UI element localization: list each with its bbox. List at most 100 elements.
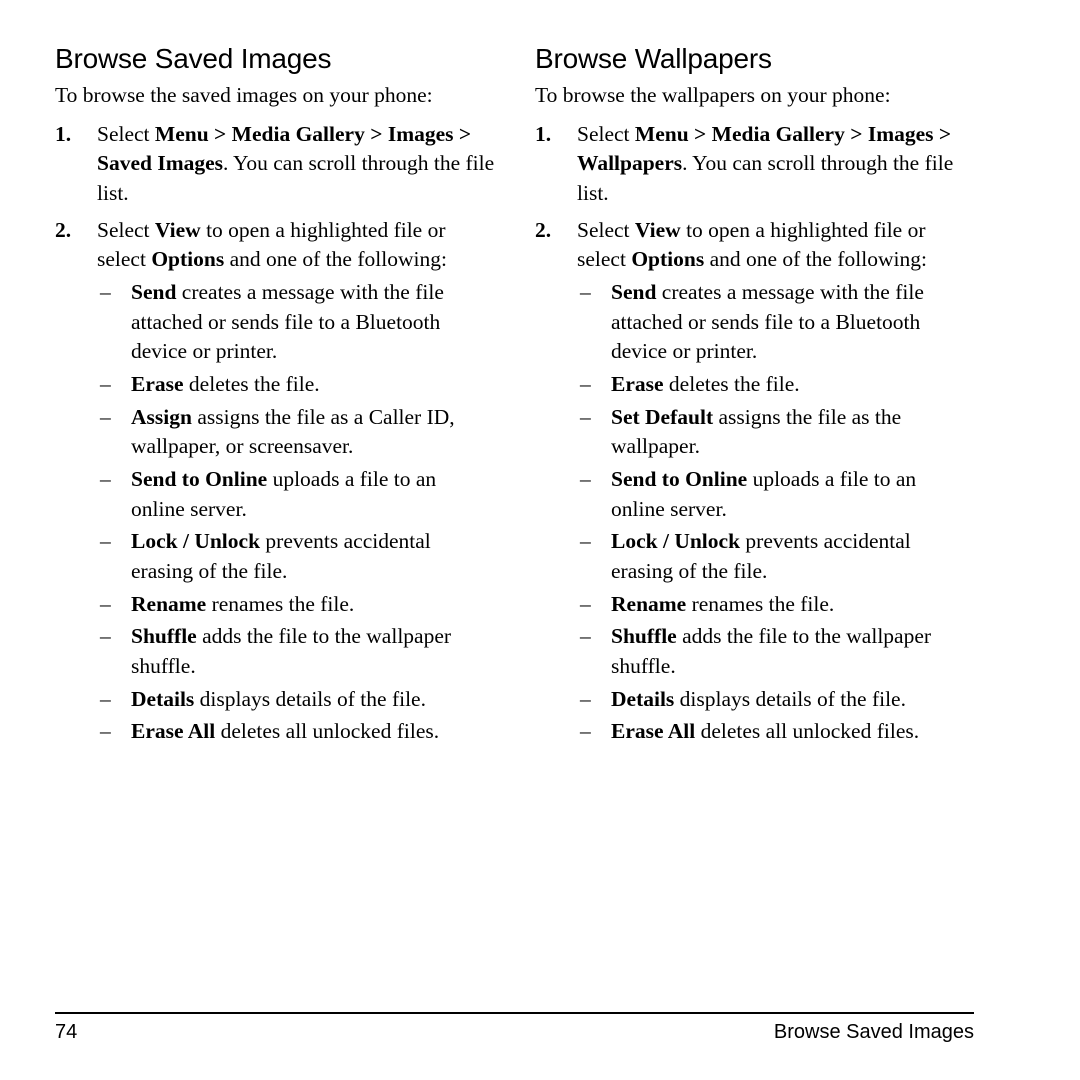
emphasized-term: Shuffle xyxy=(611,624,677,649)
option-item: – Assign assigns the file as a Caller ID,… xyxy=(97,403,495,462)
emphasized-term: Lock / Unlock xyxy=(611,529,741,554)
dash-bullet-icon: – xyxy=(580,280,591,305)
steps-list: 1. Select Menu > Media Gallery > Images >… xyxy=(535,120,975,747)
section-heading: Browse Wallpapers xyxy=(535,43,772,74)
step-item: 2. Select View to open a highlighted file… xyxy=(535,216,975,747)
document-page: Browse Saved Images To browse the saved i… xyxy=(0,0,1080,1080)
step-number: 1. xyxy=(535,121,552,146)
body-text-run: deletes the file. xyxy=(663,372,800,396)
step-text: Select Menu > Media Gallery > Images > W… xyxy=(577,120,975,209)
emphasized-term: Assign xyxy=(131,404,192,429)
emphasized-term: Send to Online xyxy=(611,466,748,491)
dash-bullet-icon: – xyxy=(580,719,591,744)
option-item: – Erase All deletes all unlocked files. xyxy=(577,717,975,747)
body-text-run: renames the file. xyxy=(206,591,355,616)
content-column: Browse Saved Images To browse the saved i… xyxy=(55,43,495,754)
option-text: Details displays details of the file. xyxy=(131,687,426,711)
step-text: Select Menu > Media Gallery > Images > S… xyxy=(97,120,495,209)
emphasized-term: Erase xyxy=(611,372,664,396)
emphasized-term: Rename xyxy=(611,591,687,616)
emphasized-term: Details xyxy=(611,686,675,711)
body-text-run: displays details of the file. xyxy=(194,686,426,711)
emphasized-term: Details xyxy=(131,686,195,711)
body-text-run: creates a message with the file attached… xyxy=(131,280,444,364)
emphasized-term: Send xyxy=(131,280,177,305)
option-text: Send creates a message with the file att… xyxy=(611,280,924,363)
content-column: Browse Wallpapers To browse the wallpaper… xyxy=(535,43,975,754)
option-item: – Shuffle adds the file to the wallpaper … xyxy=(577,622,975,681)
running-head: Browse Saved Images xyxy=(773,1021,974,1043)
option-item: – Send creates a message with the file at… xyxy=(97,278,495,367)
dash-bullet-icon: – xyxy=(100,591,111,616)
steps-list: 1. Select Menu > Media Gallery > Images >… xyxy=(55,120,495,747)
emphasized-term: Options xyxy=(631,247,705,272)
option-text: Shuffle adds the file to the wallpaper s… xyxy=(131,624,451,678)
option-text: Send to Online uploads a file to an onli… xyxy=(611,467,916,521)
option-item: – Lock / Unlock prevents accidental erasi… xyxy=(577,527,975,586)
options-sublist: – Send creates a message with the file at… xyxy=(577,278,975,747)
step-number: 1. xyxy=(55,121,72,146)
footer-row: 74 Browse Saved Images xyxy=(55,1021,974,1044)
option-text: Rename renames the file. xyxy=(611,592,834,616)
emphasized-term: Rename xyxy=(131,591,207,616)
option-text: Rename renames the file. xyxy=(131,592,354,616)
emphasized-term: View xyxy=(634,217,681,242)
dash-bullet-icon: – xyxy=(100,624,111,649)
option-text: Send creates a message with the file att… xyxy=(131,280,444,363)
body-text-run: Select xyxy=(97,217,155,242)
body-text-run: deletes the file. xyxy=(183,372,320,396)
emphasized-term: Send to Online xyxy=(131,466,268,491)
body-text-run: and one of the following: xyxy=(704,247,927,272)
option-text: Set Default assigns the file as the wall… xyxy=(611,405,901,459)
option-item: – Lock / Unlock prevents accidental erasi… xyxy=(97,527,495,586)
footer-divider xyxy=(55,1012,974,1014)
option-text: Erase All deletes all unlocked files. xyxy=(611,719,919,743)
option-item: – Erase deletes the file. xyxy=(577,370,975,400)
option-item: – Send to Online uploads a file to an onl… xyxy=(577,465,975,524)
option-text: Assign assigns the file as a Caller ID, … xyxy=(131,405,455,459)
option-text: Erase deletes the file. xyxy=(131,372,320,396)
step-number: 2. xyxy=(535,217,552,242)
body-text-run: Select xyxy=(577,217,635,242)
option-item: – Erase deletes the file. xyxy=(97,370,495,400)
page-number: 74 xyxy=(55,1021,78,1043)
dash-bullet-icon: – xyxy=(100,280,111,305)
options-sublist: – Send creates a message with the file at… xyxy=(97,278,495,747)
emphasized-term: Erase All xyxy=(131,719,216,744)
option-text: Send to Online uploads a file to an onli… xyxy=(131,467,436,521)
dash-bullet-icon: – xyxy=(580,404,591,429)
emphasized-term: View xyxy=(154,217,201,242)
body-text-run: displays details of the file. xyxy=(674,686,906,711)
option-text: Lock / Unlock prevents accidental erasin… xyxy=(611,529,911,583)
body-text-run: and one of the following: xyxy=(224,247,447,272)
option-item: – Send to Online uploads a file to an onl… xyxy=(97,465,495,524)
step-text: Select View to open a highlighted file o… xyxy=(97,216,495,275)
dash-bullet-icon: – xyxy=(580,624,591,649)
body-text-run: creates a message with the file attached… xyxy=(611,280,924,364)
option-text: Details displays details of the file. xyxy=(611,687,906,711)
body-text-run: Select xyxy=(577,121,635,146)
step-text: Select View to open a highlighted file o… xyxy=(577,216,975,275)
option-item: – Send creates a message with the file at… xyxy=(577,278,975,367)
step-item: 2. Select View to open a highlighted file… xyxy=(55,216,495,747)
step-number: 2. xyxy=(55,217,72,242)
emphasized-term: Shuffle xyxy=(131,624,197,649)
dash-bullet-icon: – xyxy=(100,529,111,554)
emphasized-term: Erase xyxy=(131,372,184,396)
option-text: Erase All deletes all unlocked files. xyxy=(131,719,439,743)
page-footer: 74 Browse Saved Images xyxy=(55,1012,974,1044)
section-intro: To browse the saved images on your phone… xyxy=(55,83,433,108)
option-item: – Shuffle adds the file to the wallpaper … xyxy=(97,622,495,681)
option-item: – Details displays details of the file. xyxy=(577,685,975,715)
option-text: Erase deletes the file. xyxy=(611,372,800,396)
step-item: 1. Select Menu > Media Gallery > Images >… xyxy=(55,120,495,209)
dash-bullet-icon: – xyxy=(100,466,111,491)
option-item: – Rename renames the file. xyxy=(97,590,495,620)
body-text-run: deletes all unlocked files. xyxy=(215,719,440,744)
emphasized-term: Lock / Unlock xyxy=(131,529,261,554)
section-heading: Browse Saved Images xyxy=(55,43,332,74)
option-item: – Details displays details of the file. xyxy=(97,685,495,715)
option-text: Lock / Unlock prevents accidental erasin… xyxy=(131,529,431,583)
option-item: – Erase All deletes all unlocked files. xyxy=(97,717,495,747)
emphasized-term: Send xyxy=(611,280,657,305)
